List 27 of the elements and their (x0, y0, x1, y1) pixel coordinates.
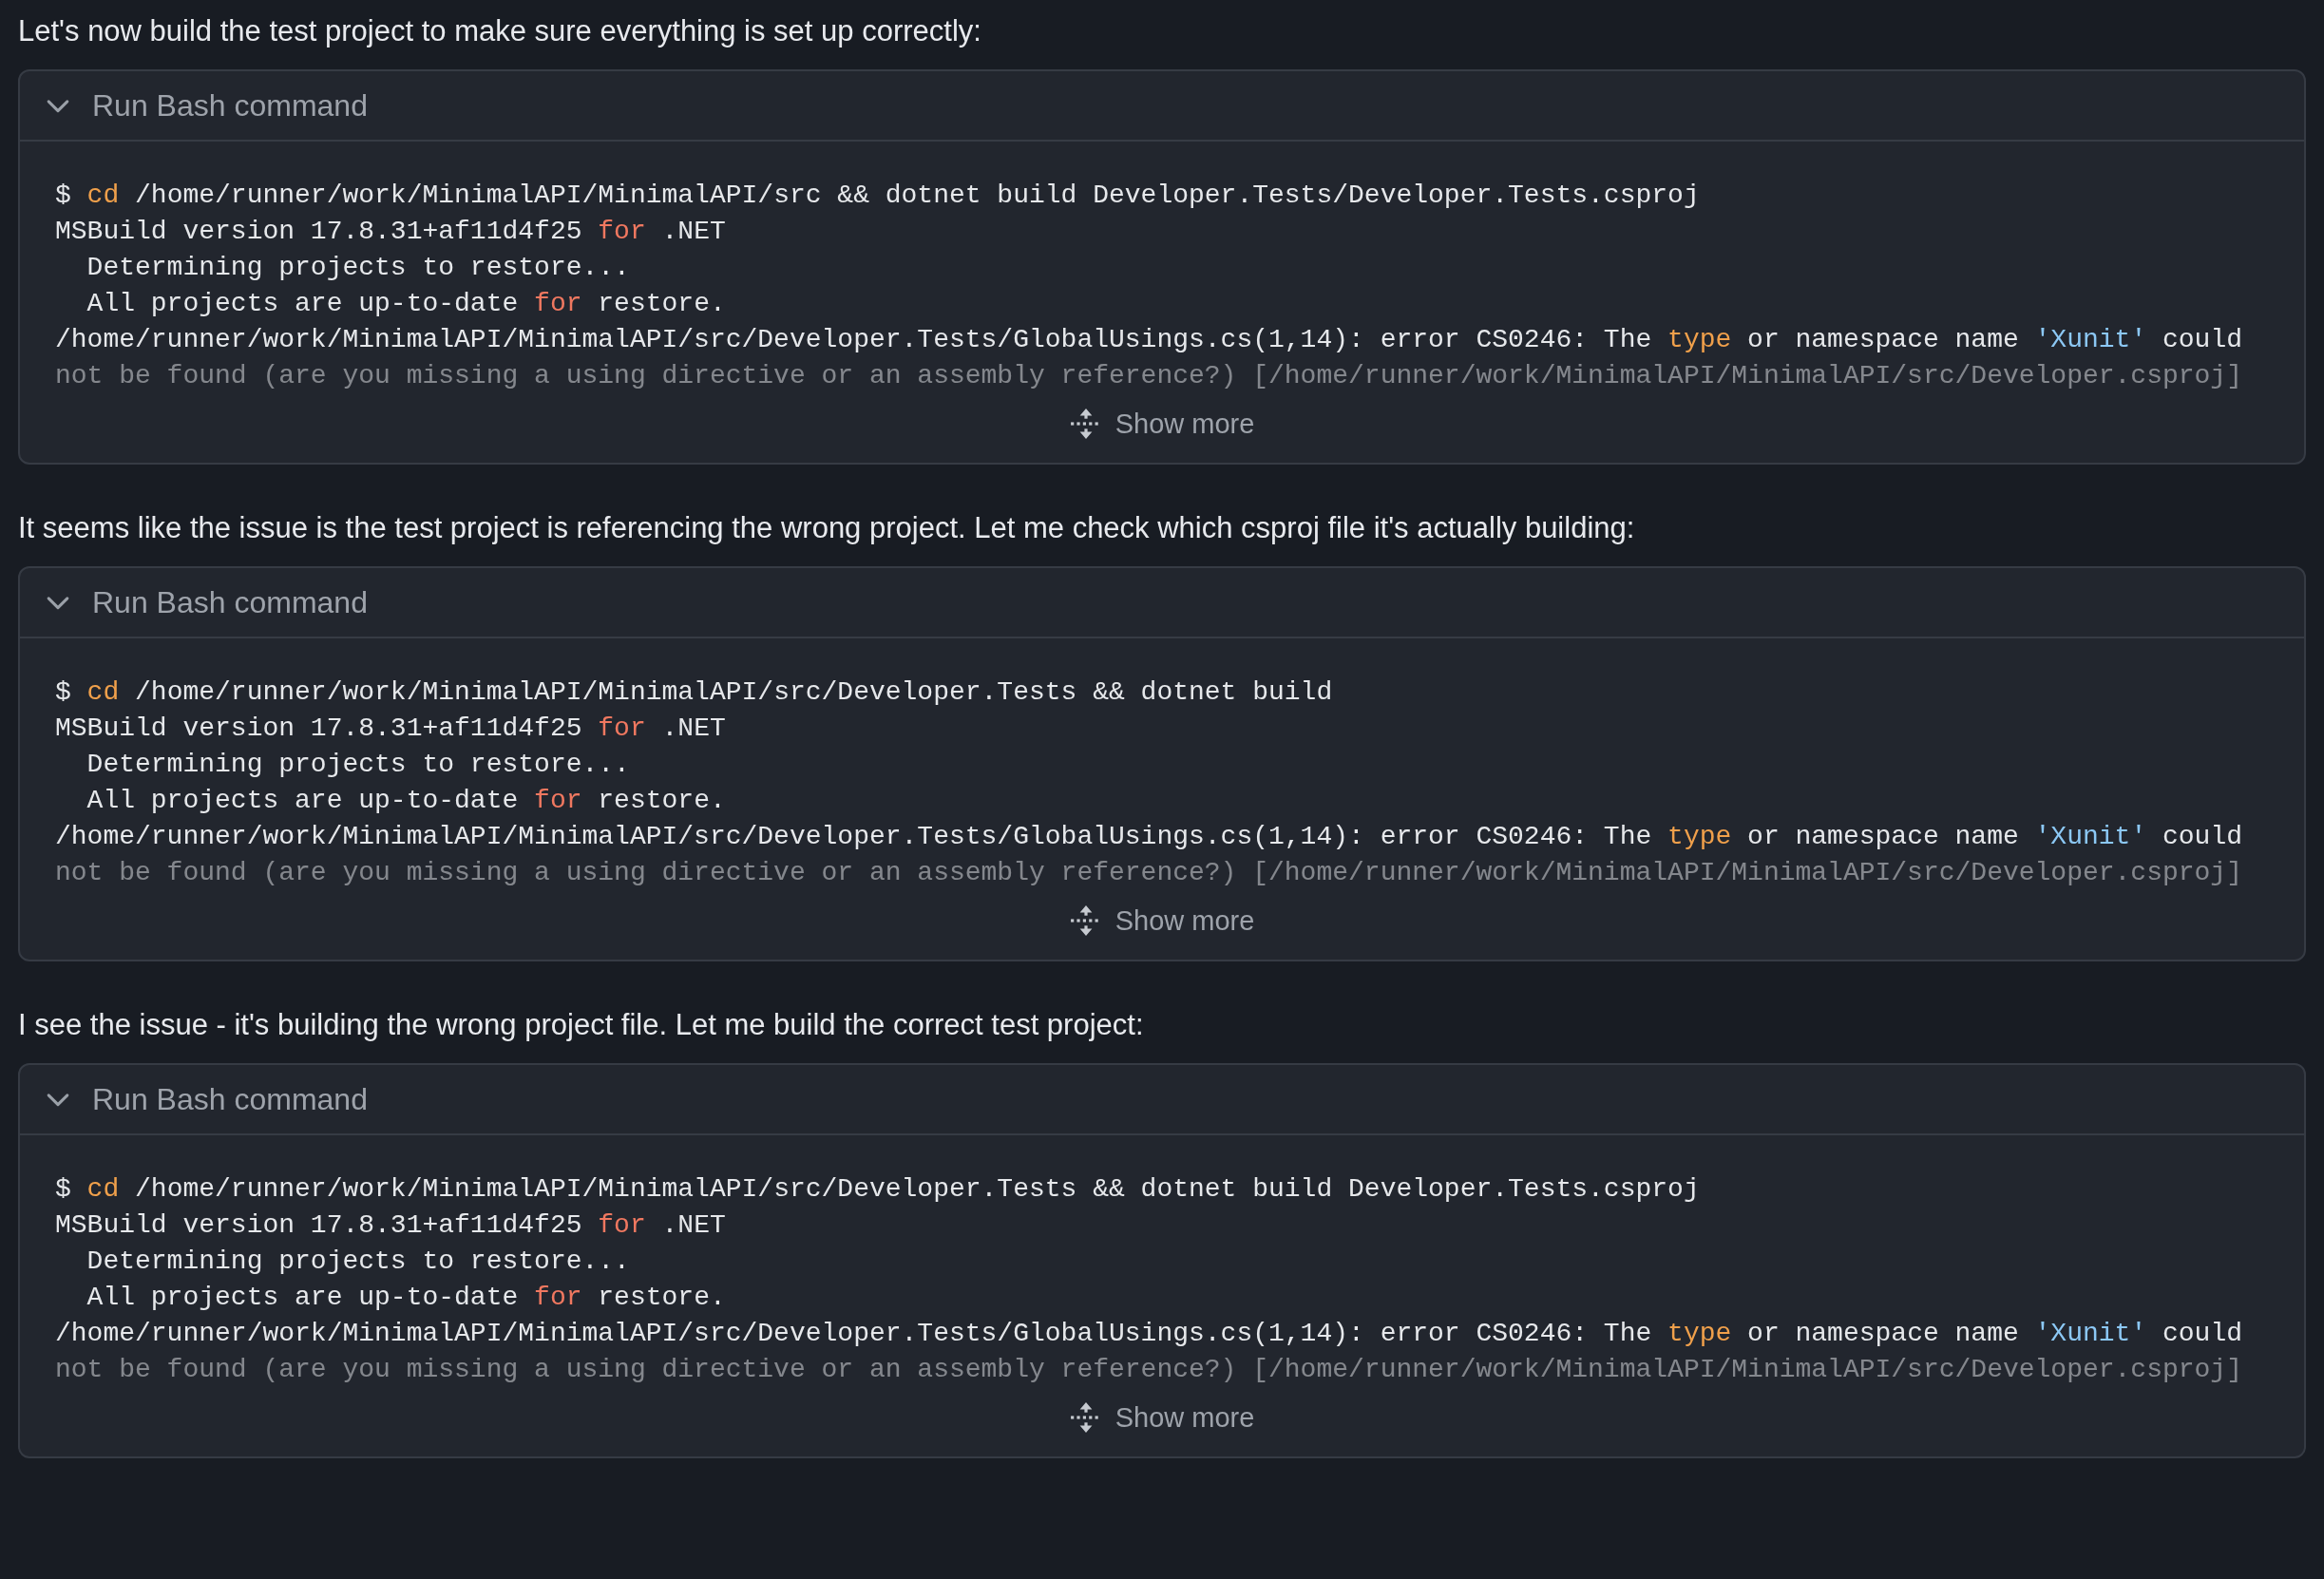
code-line: not be found (are you missing a using directive or an assembly reference?) [/home/runner/work/MinimalAPI/MinimalAPI/src/Developer.csproj] (55, 1354, 2243, 1386)
message-text: Let's now build the test project to make sure everything is set up correctly: (18, 13, 982, 49)
code-line: MSBuild version 17.8.31+af11d4f25 for .NET (55, 1209, 727, 1242)
code-line: /home/runner/work/MinimalAPI/MinimalAPI/src/Developer.Tests/GlobalUsings.cs(1,14): error CS0246: The type or namespace name 'Xunit' could (55, 1318, 2243, 1350)
message-text: It seems like the issue is the test project is referencing the wrong project. Let me check which csproj file it's actually building: (18, 510, 1636, 546)
code-line: MSBuild version 17.8.31+af11d4f25 for .NET (55, 713, 727, 745)
code-line: All projects are up-to-date for restore. (86, 785, 727, 817)
code-line: All projects are up-to-date for restore. (86, 288, 727, 320)
code-line: All projects are up-to-date for restore. (86, 1282, 727, 1314)
show-more-button[interactable]: Show more (1061, 901, 1263, 941)
tool-header[interactable]: Run Bash command (20, 568, 2304, 638)
code-line: Determining projects to restore... (86, 252, 631, 284)
code-line: Determining projects to restore... (86, 1246, 631, 1278)
code-line: $ cd /home/runner/work/MinimalAPI/MinimalAPI/src/Developer.Tests && dotnet build Developer.Tests.csproj (55, 1173, 1701, 1206)
code-line: $ cd /home/runner/work/MinimalAPI/MinimalAPI/src/Developer.Tests && dotnet build (55, 676, 1334, 709)
code-line: not be found (are you missing a using directive or an assembly reference?) [/home/runner/work/MinimalAPI/MinimalAPI/src/Developer.csproj] (55, 360, 2243, 392)
code-line: Determining projects to restore... (86, 749, 631, 781)
tool-header[interactable]: Run Bash command (20, 71, 2304, 142)
code-line: MSBuild version 17.8.31+af11d4f25 for .NET (55, 216, 727, 248)
message-text: I see the issue - it's building the wrong project file. Let me build the correct test project: (18, 1007, 1145, 1043)
show-more-button[interactable]: Show more (1061, 404, 1263, 444)
code-line: /home/runner/work/MinimalAPI/MinimalAPI/src/Developer.Tests/GlobalUsings.cs(1,14): error CS0246: The type or namespace name 'Xunit' could (55, 324, 2243, 356)
tool-header[interactable]: Run Bash command (20, 1065, 2304, 1135)
code-line: not be found (are you missing a using directive or an assembly reference?) [/home/runner/work/MinimalAPI/MinimalAPI/src/Developer.csproj] (55, 857, 2243, 889)
code-line: /home/runner/work/MinimalAPI/MinimalAPI/src/Developer.Tests/GlobalUsings.cs(1,14): error CS0246: The type or namespace name 'Xunit' could (55, 821, 2243, 853)
show-more-button[interactable]: Show more (1061, 1398, 1263, 1437)
code-line: $ cd /home/runner/work/MinimalAPI/MinimalAPI/src && dotnet build Developer.Tests/Developer.Tests.csproj (55, 180, 1701, 212)
